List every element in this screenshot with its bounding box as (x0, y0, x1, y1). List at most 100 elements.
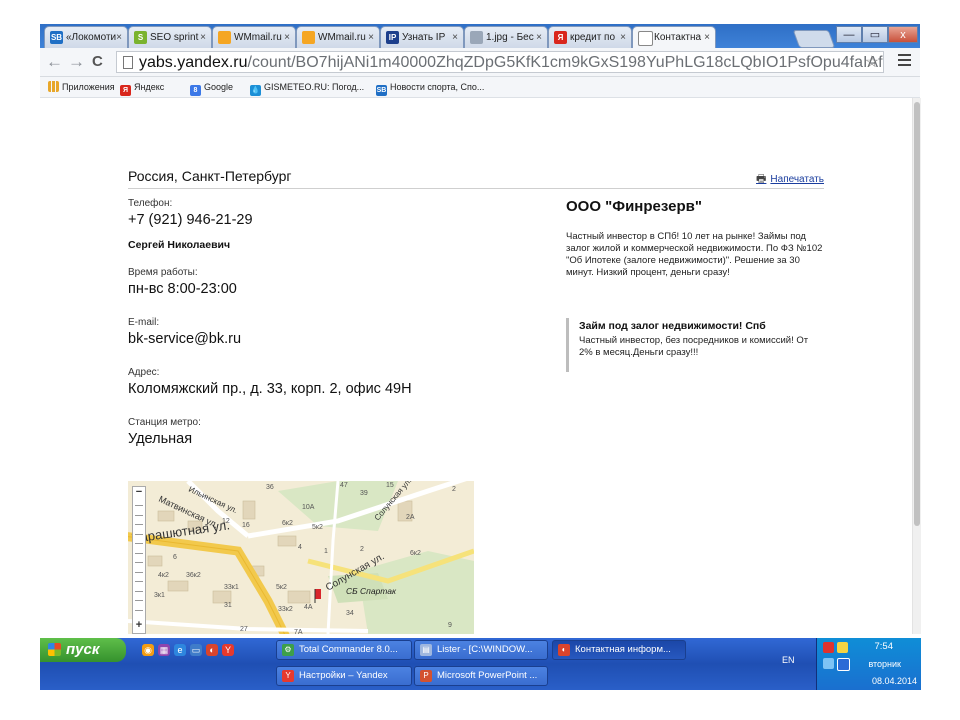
ip-icon: IP (386, 31, 399, 44)
metro-label: Станция метро: (128, 417, 201, 428)
scrollbar[interactable] (912, 98, 921, 634)
ad-block[interactable]: Займ под залог недвижимости! Спб Частный… (566, 318, 826, 372)
minimize-button[interactable]: — (836, 26, 862, 43)
tab-close-icon[interactable]: × (116, 27, 122, 48)
scrollbar-thumb[interactable] (914, 102, 920, 526)
url-path: /count/BO7hijANi1m40000ZhqZDpG5KfK1cm9kG… (247, 54, 883, 71)
map-canvas[interactable]: Парашютная ул.Солунская ул.Матвинская ул… (128, 481, 474, 634)
bookmark-label: Приложения (62, 82, 115, 92)
network-icon[interactable] (823, 658, 834, 669)
tab-close-icon[interactable]: × (200, 27, 206, 48)
tab-label: «Локомоти (66, 32, 116, 43)
volume-icon[interactable] (823, 642, 834, 653)
zoom-tick (135, 552, 143, 554)
zoom-out-button[interactable]: − (134, 487, 144, 498)
taskbar-button[interactable]: ◐ Контактная информ... (552, 640, 686, 660)
zoom-tick (135, 571, 143, 573)
map-house-number: 7А (294, 629, 303, 634)
reload-button[interactable]: C (92, 52, 103, 72)
start-button[interactable]: пуск (40, 638, 126, 662)
tab-close-icon[interactable]: × (284, 27, 290, 48)
tab-close-icon[interactable]: × (368, 27, 374, 48)
ie-icon[interactable]: e (174, 644, 186, 656)
map-house-number: 1 (324, 548, 328, 555)
bookmark-yandex[interactable]: Я Яндекс (120, 80, 164, 96)
desktop-icon[interactable]: ▭ (190, 644, 202, 656)
taskbar-button[interactable]: P Microsoft PowerPoint ... (414, 666, 548, 686)
address-bar[interactable]: yabs.yandex.ru/count/BO7hijANi1m40000Zhq… (116, 51, 884, 73)
tab[interactable]: Якредит по × (548, 26, 632, 48)
tab[interactable]: SB «Локомоти × (44, 26, 128, 48)
tab[interactable]: WMmail.ru × (296, 26, 380, 48)
bookmark-apps[interactable]: Приложения (48, 80, 115, 94)
bookmark-gismeteo[interactable]: 💧 GISMETEO.RU: Погод... (250, 80, 364, 96)
menu-icon[interactable] (898, 54, 911, 69)
taskbar-button-label: Lister - [C:\WINDOW... (437, 644, 533, 655)
tab-label: WMmail.ru (318, 32, 366, 43)
sb-sport-icon: SB (50, 31, 63, 44)
avast-icon[interactable]: ◉ (142, 644, 154, 656)
email-value[interactable]: bk-service@bk.ru (128, 331, 241, 347)
tab[interactable]: WMmail.ru × (212, 26, 296, 48)
map-house-number: 6 (173, 554, 177, 561)
map-house-number: 33к1 (224, 584, 239, 591)
yandex-browser-icon[interactable]: Y (222, 644, 234, 656)
address-value: Коломяжский пр., д. 33, корп. 2, офис 49… (128, 381, 412, 397)
map-house-number: 5к2 (312, 524, 323, 531)
total-commander-icon: ⚙ (282, 644, 294, 656)
map[interactable]: Парашютная ул. Солунская ул. Матвинская ул… (128, 481, 474, 634)
tab[interactable]: Контактна × (632, 26, 716, 48)
language-indicator[interactable]: EN (782, 655, 795, 665)
back-button[interactable]: ← (46, 52, 63, 72)
bookmark-star-icon[interactable]: ☆ (865, 52, 879, 72)
taskbar-button-label: Контактная информ... (575, 644, 671, 655)
new-tab-button[interactable] (792, 30, 836, 48)
chrome-icon[interactable]: ◐ (206, 644, 218, 656)
tab-close-icon[interactable]: × (620, 27, 626, 48)
email-label: E-mail: (128, 317, 160, 328)
warning-icon[interactable] (837, 642, 848, 653)
bookmark-google[interactable]: 8 Google (190, 80, 233, 96)
tab[interactable]: S SEO sprint × (128, 26, 212, 48)
map-house-number: 16 (242, 522, 250, 529)
zoom-tick (135, 562, 143, 563)
zoom-tick (135, 600, 143, 601)
maximize-button[interactable]: ▭ (862, 26, 888, 43)
close-button[interactable]: x (888, 26, 918, 43)
map-house-number: 39 (360, 490, 368, 497)
city-title: Россия, Санкт-Петербург (128, 168, 292, 184)
wmmail-icon (218, 31, 231, 44)
zoom-tick (135, 524, 143, 525)
zoom-in-button[interactable]: + (134, 620, 144, 631)
tab[interactable]: IP Узнать IP × (380, 26, 464, 48)
taskbar-button[interactable]: Y Настройки – Yandex (276, 666, 412, 686)
media-icon[interactable]: ▦ (158, 644, 170, 656)
taskbar-button[interactable]: ▤ Lister - [C:\WINDOW... (414, 640, 548, 660)
taskbar-button-label: Microsoft PowerPoint ... (437, 670, 538, 681)
ad-title[interactable]: Займ под залог недвижимости! Спб (579, 320, 826, 332)
map-zoom-control[interactable]: − + (132, 486, 146, 634)
tab-close-icon[interactable]: × (704, 27, 710, 48)
forward-button[interactable]: → (68, 52, 85, 72)
google-icon: 8 (190, 85, 201, 96)
map-house-number: 9 (448, 622, 452, 629)
map-house-number: 33к2 (278, 606, 293, 613)
map-house-number: 47 (340, 482, 348, 489)
bookmark-sb-sport[interactable]: SB Новости спорта, Спо... (376, 80, 484, 96)
tab-close-icon[interactable]: × (452, 27, 458, 48)
yandex-browser-icon: Y (282, 670, 294, 682)
map-house-number: 6к2 (282, 520, 293, 527)
bookmark-label: Google (204, 82, 234, 92)
tab[interactable]: 1.jpg - Бес × (464, 26, 548, 48)
map-marker-icon[interactable] (315, 589, 321, 599)
taskbar-button[interactable]: ⚙ Total Commander 8.0... (276, 640, 412, 660)
hours-label: Время работы: (128, 267, 198, 278)
print-link[interactable]: 🖶 Напечатать (756, 170, 824, 189)
tab-close-icon[interactable]: × (536, 27, 542, 48)
map-house-number: 5к2 (276, 584, 287, 591)
gismeteo-icon: 💧 (250, 85, 261, 96)
monitor-icon[interactable] (837, 658, 850, 671)
map-house-number: 2 (360, 546, 364, 553)
clock-time[interactable]: 7:54 (875, 641, 894, 652)
url-host: yabs.yandex.ru (139, 54, 248, 71)
